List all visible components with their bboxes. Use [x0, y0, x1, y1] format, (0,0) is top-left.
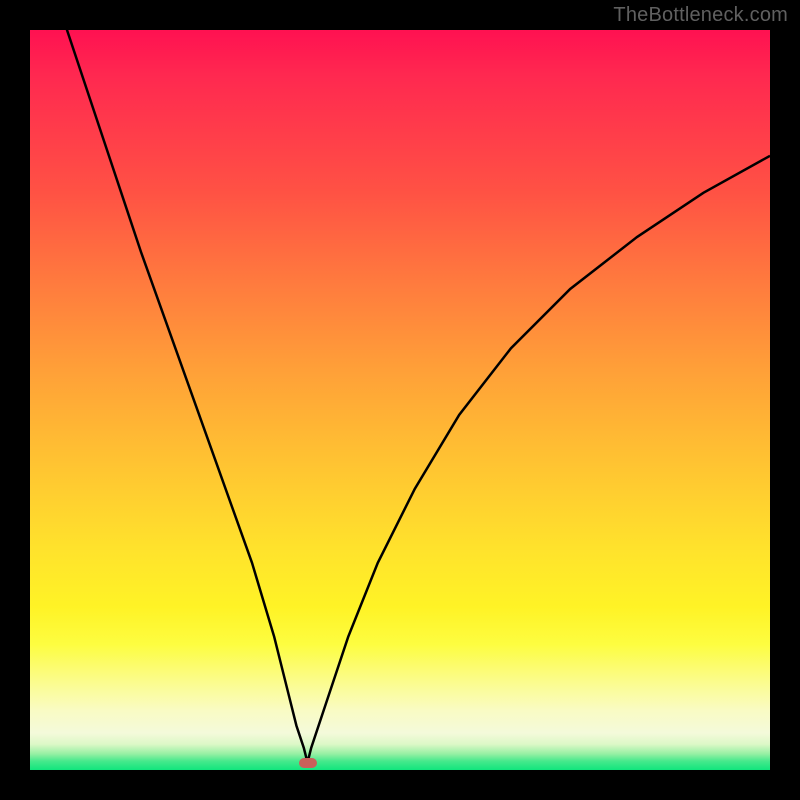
plot-area: [30, 30, 770, 770]
bottleneck-curve: [30, 30, 770, 763]
optimal-point-marker: [299, 758, 317, 768]
chart-frame: TheBottleneck.com: [0, 0, 800, 800]
curve-layer: [30, 30, 770, 770]
watermark-text: TheBottleneck.com: [613, 4, 788, 27]
